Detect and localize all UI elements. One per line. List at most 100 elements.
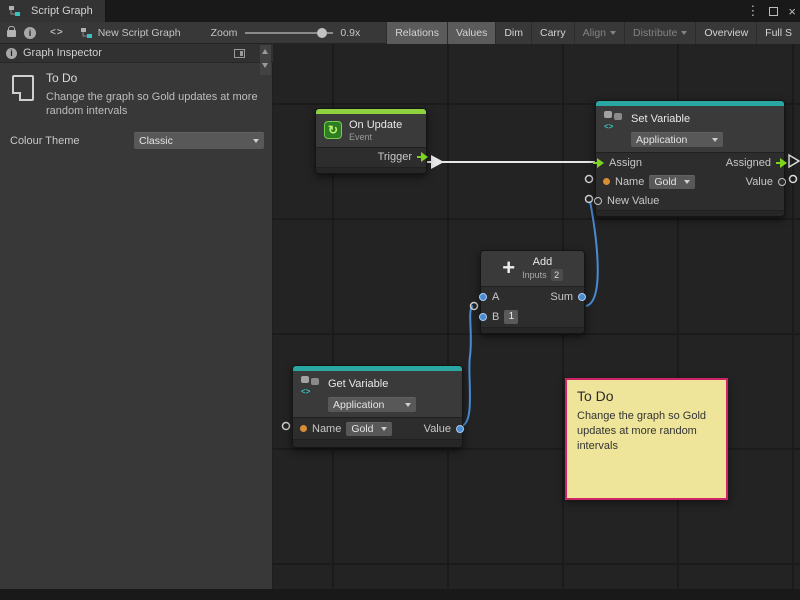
chevron-down-icon (381, 427, 387, 431)
variable-name-dropdown[interactable]: Gold (649, 175, 695, 189)
node-title: Add (522, 256, 563, 269)
set-variable-icon: <> (604, 111, 624, 128)
sum-port-label: Sum (550, 291, 573, 303)
lock-icon[interactable] (7, 30, 16, 37)
scope-value: Application (636, 134, 687, 146)
trigger-flow-port-icon[interactable] (417, 152, 428, 162)
node-footer (596, 210, 784, 216)
node-footer (481, 327, 584, 333)
assigned-flow-port-icon[interactable] (776, 158, 787, 168)
info-icon[interactable]: i (24, 27, 36, 39)
tab-label: Script Graph (31, 5, 93, 17)
name-port-label: Name (312, 423, 341, 435)
port-a-outer[interactable] (471, 303, 478, 310)
colour-theme-label: Colour Theme (10, 135, 80, 147)
fullscreen-button[interactable]: Full S (756, 22, 800, 44)
carry-button[interactable]: Carry (531, 22, 574, 44)
maximize-icon[interactable] (769, 7, 778, 16)
assign-flow-port-icon[interactable] (593, 158, 604, 168)
port-getvar-name-outer[interactable] (283, 423, 290, 430)
node-footer (293, 439, 462, 447)
node-get-variable[interactable]: <> Get Variable Application Name Gold (292, 365, 463, 448)
b-value-field[interactable]: 1 (504, 310, 518, 324)
variable-name-value: Gold (351, 423, 373, 435)
sum-port-icon[interactable] (578, 293, 586, 301)
align-label: Align (583, 27, 606, 39)
graph-canvas[interactable]: ↻ On Update Event Trigger < (273, 44, 800, 589)
align-button[interactable]: Align (574, 22, 624, 44)
dock-panel-icon[interactable] (234, 49, 245, 58)
graph-toolbar: i <> New Script Graph Zoom 0.9x Relation… (0, 22, 800, 44)
graph-inspector-body: To Do Change the graph so Gold updates a… (0, 63, 273, 589)
port-assigned-outer-icon[interactable] (789, 155, 799, 167)
code-icon[interactable]: <> (50, 27, 64, 38)
variable-scope-dropdown[interactable]: Application (328, 397, 416, 412)
trigger-port-label: Trigger (378, 151, 412, 163)
port-name-outer[interactable] (586, 176, 593, 183)
variable-scope-dropdown[interactable]: Application (631, 132, 723, 147)
window-bottom-edge (0, 589, 800, 600)
variable-name-dropdown[interactable]: Gold (346, 422, 392, 436)
inputs-count[interactable]: 2 (551, 269, 563, 281)
name-port-label: Name (615, 176, 644, 188)
flow-wire-arrow-icon (431, 155, 444, 169)
sticky-note-doc-icon (12, 75, 34, 101)
graph-inspector-header: i Graph Inspector (0, 44, 273, 63)
node-set-variable[interactable]: <> Set Variable Application Assign Assig… (595, 100, 785, 217)
toolbar-button-group: Relations Values Dim Carry Align Distrib… (386, 22, 800, 44)
b-port-icon[interactable] (479, 313, 487, 321)
value-port-label: Value (746, 176, 773, 188)
sticky-note-text: Change the graph so Gold updates at more… (577, 409, 717, 454)
value-wire-add-to-set (586, 201, 598, 306)
node-on-update[interactable]: ↻ On Update Event Trigger (315, 108, 427, 174)
tab-script-graph[interactable]: Script Graph (0, 0, 106, 22)
inspector-todo-text: Change the graph so Gold updates at more… (46, 90, 260, 119)
assigned-port-label: Assigned (726, 157, 771, 169)
scroll-up-icon[interactable] (262, 49, 268, 54)
node-footer (316, 167, 426, 173)
relations-label: Relations (395, 27, 439, 39)
scope-value: Application (333, 399, 384, 411)
port-value-outer[interactable] (790, 176, 797, 183)
new-value-port-icon[interactable] (594, 197, 602, 205)
script-graph-icon (80, 27, 93, 39)
port-new-value-outer[interactable] (586, 196, 593, 203)
node-title: On Update (349, 119, 402, 132)
add-icon: + (502, 257, 515, 279)
fullscreen-label: Full S (765, 27, 792, 39)
a-port-icon[interactable] (479, 293, 487, 301)
value-port-icon[interactable] (456, 425, 464, 433)
get-variable-icon: <> (301, 376, 321, 393)
assign-port-label: Assign (609, 157, 642, 169)
b-port-label: B (492, 311, 499, 323)
a-port-label: A (492, 291, 499, 303)
colour-theme-value: Classic (139, 135, 173, 147)
info-icon: i (6, 48, 17, 59)
string-type-dot-icon (300, 425, 307, 432)
zoom-slider-knob[interactable] (317, 28, 327, 38)
zoom-value: 0.9x (340, 27, 360, 39)
new-script-graph-label[interactable]: New Script Graph (98, 27, 181, 39)
value-port-icon[interactable] (778, 178, 786, 186)
values-button[interactable]: Values (447, 22, 495, 44)
zoom-slider[interactable] (245, 27, 333, 39)
colour-theme-dropdown[interactable]: Classic (134, 132, 264, 149)
distribute-button[interactable]: Distribute (624, 22, 695, 44)
dim-button[interactable]: Dim (495, 22, 531, 44)
overview-button[interactable]: Overview (695, 22, 756, 44)
dim-label: Dim (504, 27, 523, 39)
new-value-port-label: New Value (607, 195, 659, 207)
window-controls: ⋮ × (746, 0, 796, 22)
chevron-down-icon (681, 31, 687, 35)
graph-inspector-title: Graph Inspector (23, 47, 102, 59)
value-port-label: Value (424, 423, 451, 435)
relations-button[interactable]: Relations (386, 22, 447, 44)
close-icon[interactable]: × (788, 4, 796, 19)
zoom-label: Zoom (211, 27, 238, 39)
sticky-note[interactable]: To Do Change the graph so Gold updates a… (565, 378, 728, 500)
chevron-down-icon (253, 139, 259, 143)
node-title: Get Variable (328, 378, 388, 391)
kebab-menu-icon[interactable]: ⋮ (746, 3, 759, 19)
node-add[interactable]: + Add Inputs 2 A Sum (480, 250, 585, 334)
node-subtitle: Event (349, 132, 402, 142)
